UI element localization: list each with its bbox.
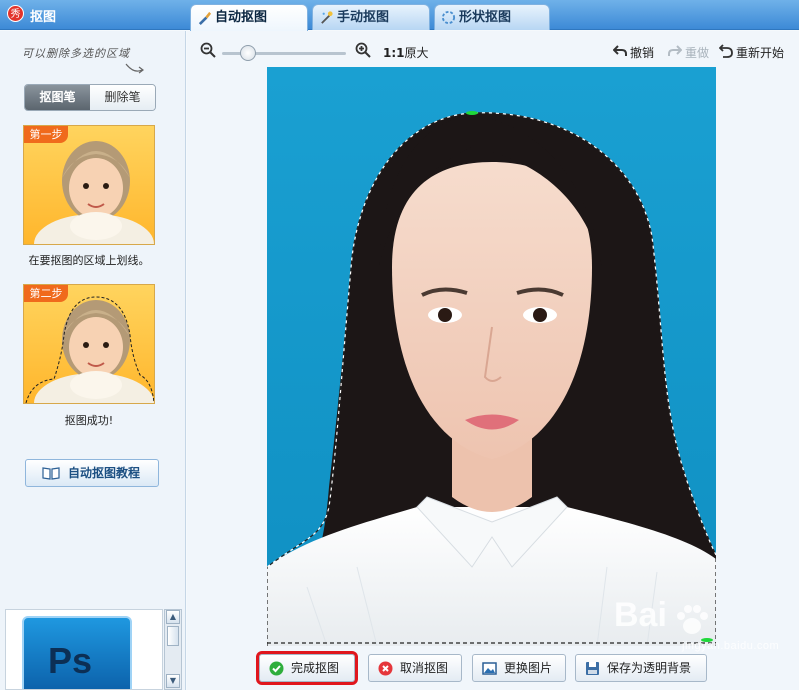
step-two-badge: 第二步 xyxy=(24,285,68,302)
curved-arrow-icon xyxy=(125,63,144,74)
finish-cutout-label: 完成抠图 xyxy=(291,661,340,675)
step-one-image: 第一步 xyxy=(23,125,155,245)
baby-illustration xyxy=(34,141,154,244)
vertical-scroll-thumb[interactable] xyxy=(167,626,179,646)
window-title: 抠图 xyxy=(30,10,57,25)
cutout-pen-button[interactable]: 抠图笔 xyxy=(25,85,90,110)
tab-manual-cutout[interactable]: 手动抠图 xyxy=(312,4,430,30)
tab-shape-cutout[interactable]: 形状抠图 xyxy=(434,4,550,30)
step-one-badge: 第一步 xyxy=(24,126,68,143)
watermark-url: jingyan.baidu.com xyxy=(682,640,780,652)
auto-cutout-tutorial-button[interactable]: 自动抠图教程 xyxy=(25,459,159,487)
redo-icon xyxy=(668,45,682,56)
restart-icon xyxy=(719,44,733,58)
original-size-button[interactable]: 1:1原大 xyxy=(383,44,429,61)
watermark-text: Bai xyxy=(614,596,667,634)
check-icon xyxy=(269,661,284,676)
magic-wand-icon xyxy=(321,11,333,24)
thumbnail-vertical-scrollbar[interactable]: ▲ ▼ xyxy=(164,609,182,690)
replace-image-label: 更换图片 xyxy=(504,661,553,675)
brush-icon xyxy=(198,11,212,25)
save-icon xyxy=(586,662,599,675)
redo-button[interactable]: 重做 xyxy=(668,44,709,61)
undo-icon xyxy=(613,45,627,56)
tab-auto-cutout[interactable]: 自动抠图 xyxy=(190,4,308,31)
tab-shape-cutout-label: 形状抠图 xyxy=(459,10,512,25)
paw-icon xyxy=(677,605,708,634)
hint-text: 可以删除多选的区域 xyxy=(22,47,130,60)
book-icon xyxy=(42,467,60,480)
title-bar: 秀 抠图 自动抠图 手动抠图 形状抠图 xyxy=(0,0,799,31)
scroll-up-arrow-icon[interactable]: ▲ xyxy=(166,610,180,624)
scroll-down-arrow-icon[interactable]: ▼ xyxy=(166,674,180,688)
app-logo-icon: 秀 xyxy=(7,5,24,22)
pen-mode-toggle: 抠图笔 删除笔 xyxy=(24,84,156,111)
restart-button[interactable]: 重新开始 xyxy=(719,44,784,61)
photo-canvas[interactable] xyxy=(267,67,716,646)
replace-image-button[interactable]: 更换图片 xyxy=(472,654,566,682)
undo-button[interactable]: 撤销 xyxy=(613,44,654,61)
original-size-label: 原大 xyxy=(404,46,429,60)
tab-manual-cutout-label: 手动抠图 xyxy=(337,10,390,25)
ps-icon-text: Ps xyxy=(48,640,93,681)
canvas-toolbar: 1:1原大 撤销 重做 重新开始 xyxy=(187,31,799,67)
ratio-label: 1:1 xyxy=(383,46,405,60)
step-one-caption: 在要抠图的区域上划线。 xyxy=(28,254,150,267)
shape-icon xyxy=(441,10,456,25)
erase-pen-button[interactable]: 删除笔 xyxy=(90,85,155,110)
undo-label: 撤销 xyxy=(630,46,655,60)
restart-label: 重新开始 xyxy=(736,46,785,60)
main-area: 1:1原大 撤销 重做 重新开始 完成抠图 取消抠图 更换图片 保存为透明背景 xyxy=(187,31,799,690)
image-swap-icon xyxy=(482,662,497,675)
cancel-cutout-button[interactable]: 取消抠图 xyxy=(368,654,462,682)
finish-cutout-button[interactable]: 完成抠图 xyxy=(256,651,358,685)
tutorial-label: 自动抠图教程 xyxy=(68,466,141,480)
cancel-icon xyxy=(378,661,393,676)
step-two-caption: 抠图成功! xyxy=(64,414,114,427)
baby-cutout-illustration xyxy=(25,296,154,403)
photoshop-file-icon[interactable]: Ps xyxy=(22,616,132,689)
left-panel: 可以删除多选的区域 抠图笔 删除笔 第一步 在要抠图的区域上划线。 第二步 抠图… xyxy=(0,31,186,690)
tab-auto-cutout-label: 自动抠图 xyxy=(215,10,268,25)
zoom-in-icon[interactable] xyxy=(355,42,371,58)
portrait-photo xyxy=(267,67,716,646)
zoom-out-icon[interactable] xyxy=(200,42,216,58)
zoom-slider-knob[interactable] xyxy=(240,45,256,61)
cancel-cutout-label: 取消抠图 xyxy=(400,661,449,675)
step-two-image: 第二步 xyxy=(23,284,155,404)
thumbnail-panel: Ps xyxy=(5,609,163,690)
redo-label: 重做 xyxy=(685,46,710,60)
baidu-watermark: Bai jingyan.baidu.com xyxy=(614,596,784,666)
